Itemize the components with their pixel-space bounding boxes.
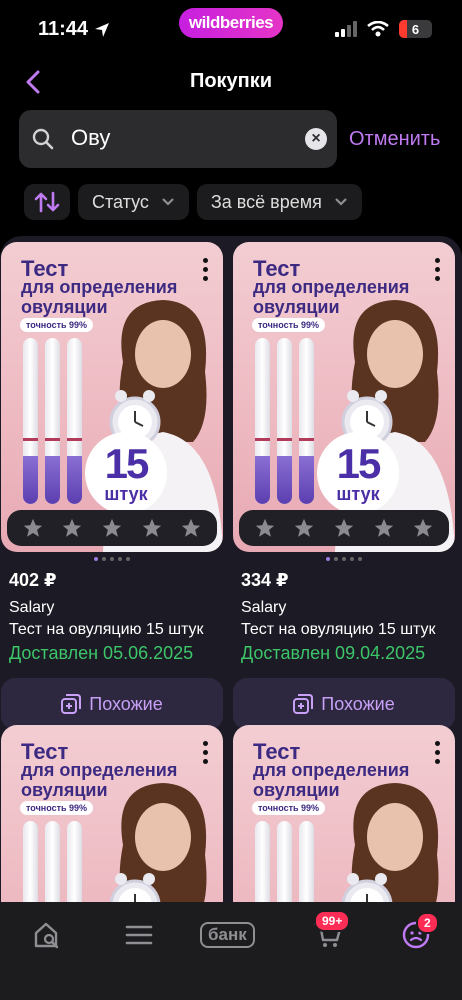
- similar-button[interactable]: Похожие: [1, 678, 223, 730]
- more-dots-icon[interactable]: [435, 258, 441, 281]
- star-icon[interactable]: [333, 517, 355, 539]
- page-title: Покупки: [189, 70, 273, 92]
- rating-stars[interactable]: [7, 510, 217, 546]
- tab-bar: банк 99+ 2: [0, 902, 462, 1000]
- status-filter[interactable]: Статус: [78, 184, 189, 220]
- status-indicators: 6: [335, 20, 432, 38]
- product-name: Тест на овуляцию 15 штук: [241, 621, 436, 638]
- search-input[interactable]: [71, 125, 311, 151]
- period-filter[interactable]: За всё время: [196, 184, 362, 220]
- sort-icon: [34, 191, 60, 213]
- similar-button[interactable]: Похожие: [233, 678, 455, 730]
- star-icon[interactable]: [254, 517, 276, 539]
- search-box[interactable]: ×: [19, 110, 337, 168]
- star-icon[interactable]: [373, 517, 395, 539]
- nav-header: Покупки: [0, 60, 462, 106]
- search-icon: [32, 128, 54, 150]
- battery-level: 6: [411, 21, 420, 37]
- menu-icon: [125, 925, 153, 945]
- cart-count-badge: 99+: [314, 910, 351, 932]
- delivery-status: Доставлен 09.04.2025: [241, 643, 426, 663]
- product-card[interactable]: Тест для определения овуляции точность 9…: [233, 242, 455, 730]
- accuracy-tag: точность 99%: [20, 318, 94, 332]
- image-pager: [1, 552, 223, 566]
- product-brand: Salary: [9, 599, 55, 616]
- chevron-down-icon: [335, 198, 347, 206]
- tab-bank[interactable]: банк: [200, 920, 255, 950]
- bank-label: банк: [200, 922, 255, 948]
- brand-pill: wildberries: [179, 8, 283, 38]
- profile-count-badge: 2: [416, 912, 439, 934]
- chevron-down-icon: [162, 198, 174, 206]
- status-time: 11:44: [38, 18, 89, 40]
- product-price: 402 ₽: [9, 570, 57, 590]
- more-dots-icon[interactable]: [203, 258, 209, 281]
- home-search-icon: [34, 922, 59, 949]
- wifi-icon: [367, 21, 389, 37]
- cancel-button[interactable]: Отменить: [349, 128, 440, 151]
- accuracy-tag: точность 99%: [252, 318, 326, 332]
- status-bar: 11:44 wildberries 6: [0, 0, 462, 60]
- test-strip: [45, 338, 60, 504]
- similar-label: Похожие: [89, 693, 163, 714]
- delivery-status: Доставлен 05.06.2025: [9, 643, 194, 663]
- star-icon[interactable]: [412, 517, 434, 539]
- count-badge: 15 штук: [85, 432, 167, 514]
- clear-icon[interactable]: ×: [305, 128, 327, 150]
- filter-bar: Статус За всё время: [24, 184, 362, 220]
- sort-button[interactable]: [24, 184, 70, 220]
- image-pager: [233, 552, 455, 566]
- test-strip: [67, 338, 82, 504]
- product-brand: Salary: [241, 599, 287, 616]
- similar-icon: [61, 694, 82, 714]
- test-strip: [277, 338, 292, 504]
- test-strip: [299, 338, 314, 504]
- accuracy-tag: точность 99%: [20, 801, 94, 815]
- test-strip: [255, 338, 270, 504]
- star-icon[interactable]: [61, 517, 83, 539]
- tab-catalog[interactable]: [124, 920, 154, 950]
- count-number: 15: [336, 440, 382, 487]
- tab-home[interactable]: [30, 920, 64, 950]
- similar-label: Похожие: [321, 693, 395, 714]
- status-time-group: 11:44: [38, 18, 110, 41]
- rating-stars[interactable]: [239, 510, 449, 546]
- period-filter-label: За всё время: [210, 191, 322, 212]
- count-badge: 15 штук: [317, 432, 399, 514]
- more-dots-icon[interactable]: [203, 741, 209, 764]
- location-arrow-icon: [95, 22, 110, 37]
- count-number: 15: [104, 440, 150, 487]
- star-icon[interactable]: [101, 517, 123, 539]
- star-icon[interactable]: [293, 517, 315, 539]
- count-unit: штук: [336, 484, 380, 504]
- battery-icon: 6: [399, 20, 432, 38]
- product-name: Тест на овуляцию 15 штук: [9, 621, 204, 638]
- product-card[interactable]: Тест для определения овуляции точность 9…: [1, 242, 223, 730]
- similar-icon: [293, 694, 314, 714]
- star-icon[interactable]: [141, 517, 163, 539]
- product-image[interactable]: Тест для определения овуляции точность 9…: [1, 242, 223, 552]
- count-unit: штук: [104, 484, 148, 504]
- product-image[interactable]: Тест для определения овуляции точность 9…: [233, 242, 455, 552]
- more-dots-icon[interactable]: [435, 741, 441, 764]
- star-icon[interactable]: [180, 517, 202, 539]
- signal-icon: [335, 21, 357, 37]
- accuracy-tag: точность 99%: [252, 801, 326, 815]
- status-filter-label: Статус: [92, 191, 149, 212]
- star-icon[interactable]: [22, 517, 44, 539]
- test-strip: [23, 338, 38, 504]
- product-price: 334 ₽: [241, 570, 289, 590]
